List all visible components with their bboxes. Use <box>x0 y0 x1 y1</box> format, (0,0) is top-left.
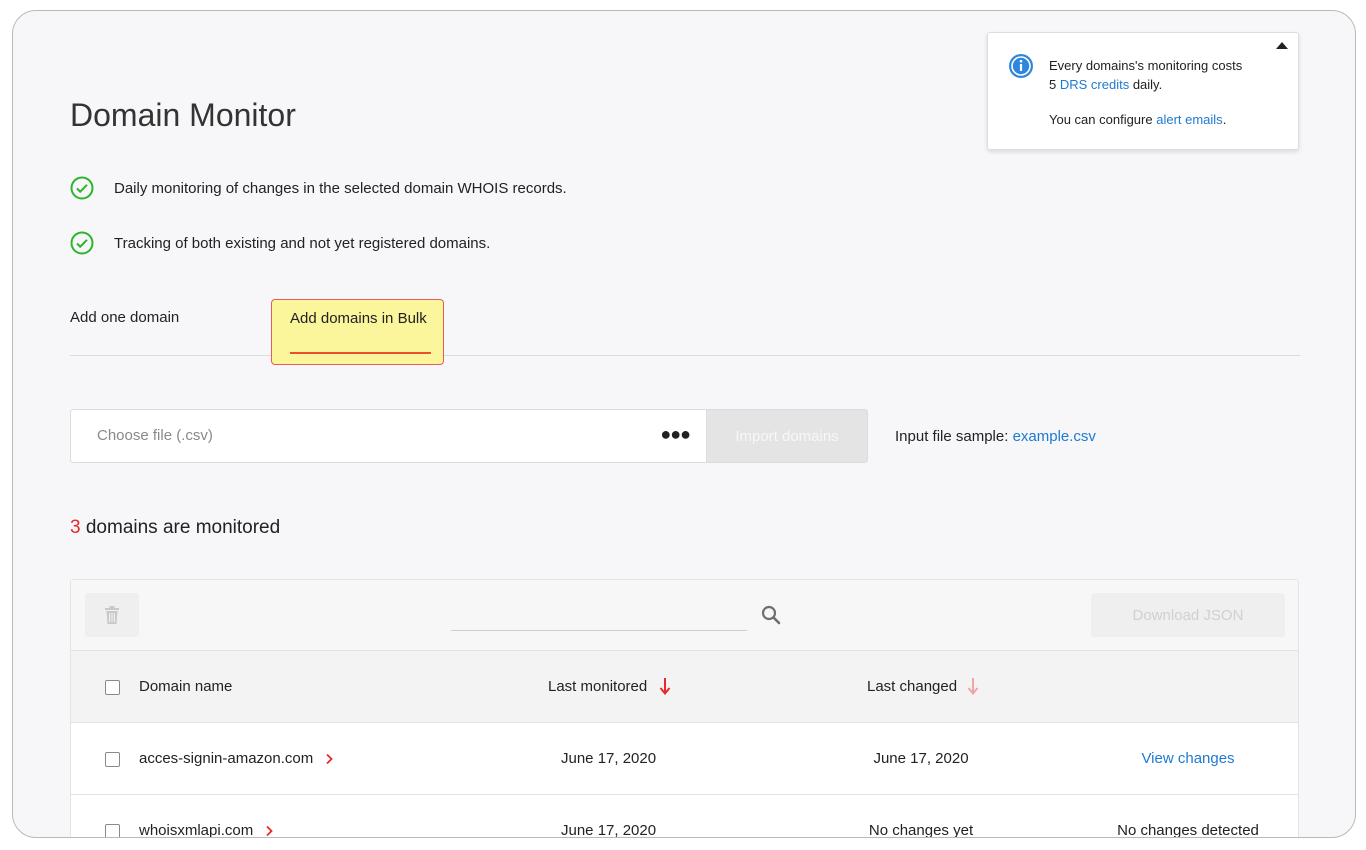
feature-text: Daily monitoring of changes in the selec… <box>114 179 567 197</box>
info-icon <box>1009 54 1033 78</box>
active-tab-underline <box>290 352 431 354</box>
last-changed-cell: No changes yet <box>868 822 974 838</box>
column-last-monitored[interactable]: Last monitored <box>548 678 647 695</box>
input-file-sample: Input file sample: example.csv <box>895 428 1096 445</box>
more-dots-icon[interactable]: ●●● <box>660 424 691 445</box>
domain-cell: acces-signin-amazon.com <box>139 750 334 767</box>
no-changes-status: No changes detected <box>1117 822 1259 838</box>
page-title: Domain Monitor <box>70 97 296 133</box>
info-alert-line: You can configure alert emails. <box>1049 110 1226 129</box>
monitored-text: domains are monitored <box>80 517 281 538</box>
select-all-checkbox[interactable] <box>105 680 120 695</box>
trash-icon <box>105 606 119 624</box>
table-row: acces-signin-amazon.com June 17, 2020 Ju… <box>71 723 1298 795</box>
info-credits-line: 5 DRS credits daily. <box>1049 75 1162 94</box>
column-domain-name[interactable]: Domain name <box>139 678 232 695</box>
column-last-changed[interactable]: Last changed <box>867 678 957 695</box>
table-row: whoisxmlapi.com June 17, 2020 No changes… <box>71 795 1298 838</box>
collapse-triangle-icon[interactable] <box>1276 42 1288 49</box>
info-panel: Every domains's monitoring costs 5 DRS c… <box>987 32 1299 150</box>
domains-table: Download JSON Domain name Last monitored… <box>70 579 1299 838</box>
example-csv-link[interactable]: example.csv <box>1013 428 1096 445</box>
view-changes-link[interactable]: View changes <box>1088 750 1288 767</box>
tab-add-domains-bulk[interactable]: Add domains in Bulk <box>271 299 444 365</box>
last-monitored-cell: June 17, 2020 <box>561 750 657 767</box>
feature-item: Tracking of both existing and not yet re… <box>70 231 490 255</box>
upload-row: Choose file (.csv) ●●● Import domains In… <box>70 409 1096 463</box>
monitored-count: 3 <box>70 517 81 538</box>
search-icon[interactable] <box>761 605 781 625</box>
sample-label: Input file sample: <box>895 427 1013 445</box>
drs-credits-link[interactable]: DRS credits <box>1060 77 1129 92</box>
last-monitored-cell: June 17, 2020 <box>561 822 657 838</box>
monitored-summary: 3 domains are monitored <box>70 517 280 539</box>
row-checkbox[interactable] <box>105 824 120 837</box>
delete-button[interactable] <box>85 593 139 637</box>
info-alert-prefix: You can configure <box>1049 112 1157 127</box>
app-frame: Domain Monitor Daily monitoring of chang… <box>12 10 1356 838</box>
info-credits-suffix: daily. <box>1129 77 1163 92</box>
tab-label: Add domains in Bulk <box>290 310 427 327</box>
feature-item: Daily monitoring of changes in the selec… <box>70 176 567 200</box>
row-checkbox[interactable] <box>105 752 120 767</box>
feature-text: Tracking of both existing and not yet re… <box>114 234 491 252</box>
import-domains-button[interactable]: Import domains <box>706 409 868 463</box>
sort-down-arrow-icon[interactable] <box>659 677 671 695</box>
info-alert-suffix: . <box>1222 112 1227 127</box>
domain-name[interactable]: acces-signin-amazon.com <box>139 750 313 767</box>
info-credits-prefix: 5 <box>1049 77 1060 92</box>
alert-emails-link[interactable]: alert emails <box>1156 112 1222 127</box>
check-circle-icon <box>70 231 94 255</box>
file-placeholder: Choose file (.csv) <box>97 427 213 444</box>
tab-bar: Add one domain Add domains in Bulk <box>70 299 1300 365</box>
check-circle-icon <box>70 176 94 200</box>
last-changed-cell: June 17, 2020 <box>873 750 969 767</box>
table-toolbar: Download JSON <box>71 580 1298 651</box>
chevron-right-icon[interactable] <box>325 753 334 765</box>
file-chooser-input[interactable]: Choose file (.csv) ●●● <box>70 409 706 463</box>
domain-cell: whoisxmlapi.com <box>139 822 273 837</box>
download-json-button[interactable]: Download JSON <box>1091 593 1285 637</box>
tab-add-one-domain[interactable]: Add one domain <box>70 309 179 326</box>
sort-down-arrow-icon[interactable] <box>967 677 979 695</box>
domain-name[interactable]: whoisxmlapi.com <box>139 822 253 837</box>
table-header: Domain name Last monitored Last changed <box>71 651 1298 723</box>
search-input[interactable] <box>451 608 747 631</box>
info-cost-text: Every domains's monitoring costs <box>1049 58 1243 73</box>
chevron-right-icon[interactable] <box>265 825 273 837</box>
